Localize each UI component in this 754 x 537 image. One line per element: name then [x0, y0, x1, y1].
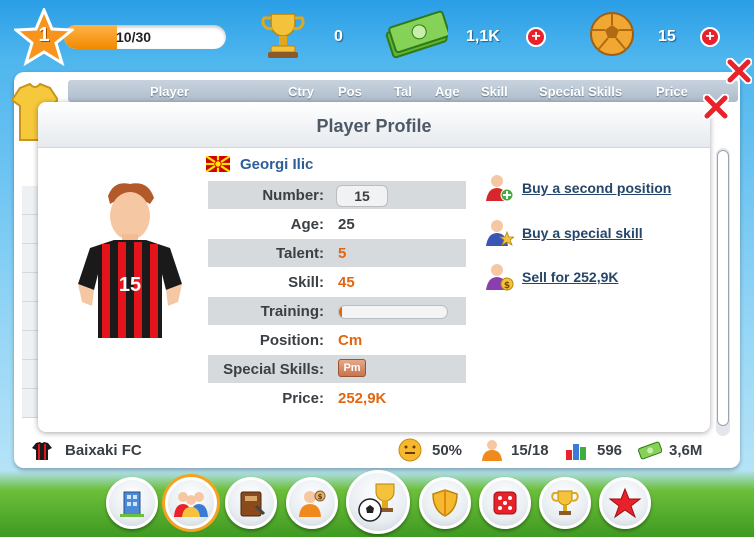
position-value: Cm [338, 332, 363, 349]
talent-value: 5 [338, 245, 347, 262]
buy-second-position-link[interactable]: Buy a second position [522, 180, 671, 196]
club-status-bar: Baixaki FC 50% 15/18 596 3,6M [14, 436, 740, 466]
number-label: Number: [262, 187, 324, 204]
rating-chart-icon [566, 444, 586, 460]
player-name: Georgi Ilic [240, 156, 314, 173]
nav-building-button[interactable] [106, 477, 158, 529]
price-row: Price: 252,9K [208, 384, 466, 412]
avatar-shirt-number: 15 [118, 274, 142, 296]
buy-special-skill-link[interactable]: Buy a special skill [522, 225, 643, 241]
training-progress-fill [339, 306, 343, 318]
happiness-value: 50% [432, 442, 463, 459]
buy-second-position-action[interactable]: Buy a second position [484, 173, 684, 203]
money-amount: 1,1K [466, 28, 500, 45]
sell-player-link[interactable]: Sell for 252,9K [522, 269, 619, 285]
close-profile-button[interactable] [702, 93, 730, 121]
age-row: Age: 25 [208, 210, 466, 238]
macedonia-flag-icon [205, 155, 231, 173]
dice-icon [493, 491, 517, 515]
price-label: Price: [282, 390, 324, 407]
training-label: Training: [260, 303, 324, 320]
special-skills-row: Special Skills: Pm [208, 355, 466, 383]
column-skill[interactable]: Skill [481, 84, 508, 99]
training-row: Training: [208, 297, 466, 325]
column-position[interactable]: Pos [338, 84, 362, 99]
skill-row: Skill: 45 [208, 268, 466, 296]
cash-icon [384, 10, 451, 60]
talent-label: Talent: [275, 245, 324, 262]
squad-table-header: Player Ctry Pos Tal Age Skill Special Sk… [68, 80, 738, 102]
skill-value: 45 [338, 274, 355, 291]
nav-star-button[interactable] [599, 477, 651, 529]
age-value: 25 [338, 216, 355, 233]
balls-count: 15 [658, 28, 676, 45]
vertical-scrollbar[interactable] [716, 148, 730, 436]
player-sell-icon: $ [486, 264, 514, 291]
player-star-icon [486, 220, 514, 246]
column-country[interactable]: Ctry [288, 84, 314, 99]
column-talent[interactable]: Tal [394, 84, 412, 99]
nav-team-button[interactable] [165, 477, 217, 529]
player-avatar: 15 [70, 178, 190, 348]
star-icon [609, 487, 641, 519]
match-icon [358, 483, 395, 522]
club-name: Baixaki FC [65, 442, 142, 459]
nav-dice-button[interactable] [479, 477, 531, 529]
profile-title: Player Profile [316, 116, 432, 136]
manager-icon: $ [299, 490, 326, 517]
trophy-icon [551, 490, 579, 515]
team-icon [174, 492, 208, 517]
column-player[interactable]: Player [150, 84, 189, 99]
nav-trophy-button[interactable] [539, 477, 591, 529]
column-special-skills[interactable]: Special Skills [539, 84, 622, 99]
trophy-icon [258, 8, 308, 62]
svg-text:$: $ [318, 493, 323, 501]
price-value: 252,9K [338, 390, 387, 407]
level-number: 1 [38, 24, 50, 46]
column-price[interactable]: Price [656, 84, 688, 99]
special-skill-badge: Pm [338, 359, 366, 377]
training-progress-bar [338, 305, 448, 319]
position-label: Position: [259, 332, 324, 349]
top-hud: 10/30 1 0 1,1K + 15 + [0, 0, 754, 72]
happiness-icon [398, 438, 422, 462]
svg-text:$: $ [504, 281, 510, 291]
buy-special-skill-action[interactable]: Buy a special skill [484, 218, 664, 248]
club-funds: 3,6M [669, 442, 703, 459]
book-icon [240, 491, 266, 517]
football-icon [588, 10, 636, 58]
nav-shield-button[interactable] [419, 477, 471, 529]
position-row: Position: Cm [208, 326, 466, 354]
number-row: Number: 15 [208, 181, 466, 209]
players-count: 15/18 [511, 442, 549, 459]
players-icon [482, 440, 502, 461]
add-money-button[interactable]: + [526, 27, 546, 47]
player-add-icon [486, 175, 514, 202]
shield-icon [432, 489, 458, 517]
building-icon [120, 491, 144, 517]
scrollbar-thumb[interactable] [717, 150, 729, 426]
nav-manager-button[interactable]: $ [286, 477, 338, 529]
nav-match-button[interactable] [346, 470, 410, 534]
profile-title-bar: Player Profile [38, 102, 710, 148]
age-label: Age: [290, 216, 324, 233]
xp-text: 10/30 [116, 29, 152, 45]
talent-row: Talent: 5 [208, 239, 466, 267]
skill-label: Skill: [288, 274, 324, 291]
special-skills-label: Special Skills: [223, 361, 324, 378]
club-shirt-icon [32, 442, 52, 460]
funds-cash-icon [638, 441, 662, 460]
team-rating: 596 [597, 442, 623, 459]
number-field[interactable]: 15 [336, 185, 388, 207]
xp-progress-bar: 10/30 [64, 25, 226, 49]
sell-player-action[interactable]: $ Sell for 252,9K [484, 262, 644, 292]
add-balls-button[interactable]: + [700, 27, 720, 47]
column-age[interactable]: Age [435, 84, 460, 99]
close-panel-button[interactable] [725, 57, 753, 85]
nav-book-button[interactable] [225, 477, 277, 529]
trophies-count: 0 [334, 28, 343, 45]
